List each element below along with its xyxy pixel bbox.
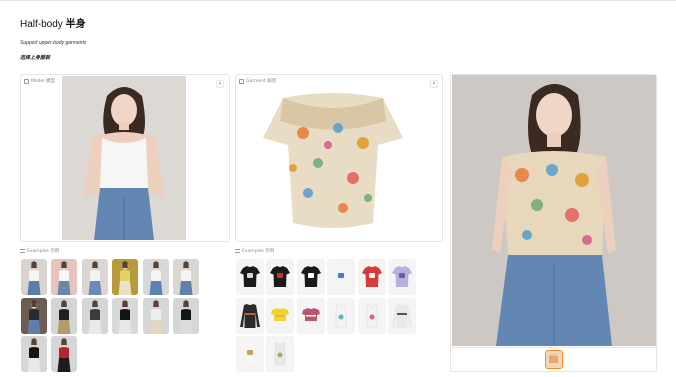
model-example-thumb[interactable] (21, 336, 47, 372)
image-icon (24, 78, 29, 84)
garment-example-thumb[interactable] (357, 259, 386, 295)
garment-example-thumb[interactable] (327, 297, 356, 334)
model-example-thumb[interactable] (81, 259, 108, 295)
model-example-thumb[interactable] (51, 259, 78, 295)
model-examples-label: Examples 示例 (20, 248, 59, 254)
result-thumbnail[interactable] (545, 350, 563, 369)
image-icon (239, 78, 244, 84)
section-label: 选择上身服装 (20, 55, 51, 61)
page-subtitle: Support upper-body garments (20, 40, 87, 46)
garment-example-thumb[interactable] (388, 259, 416, 295)
model-example-thumb[interactable] (51, 336, 78, 372)
garment-examples-label-text: Examples 示例 (242, 249, 275, 254)
garment-example-thumb[interactable] (357, 297, 386, 334)
page-title: Half-body 半身 (20, 15, 86, 30)
model-example-thumb[interactable] (21, 297, 47, 334)
garment-image (258, 83, 408, 233)
model-panel-label: Model 模型 (24, 78, 55, 84)
model-examples-label-text: Examples 示例 (27, 249, 60, 254)
model-example-thumb[interactable] (173, 297, 199, 334)
model-example-thumb[interactable] (51, 297, 78, 334)
garment-example-thumb[interactable] (327, 259, 356, 295)
garment-example-thumb[interactable] (296, 297, 325, 334)
model-example-thumb[interactable] (21, 259, 47, 295)
garment-example-thumb[interactable] (296, 259, 325, 295)
garment-example-thumb[interactable] (236, 297, 264, 334)
title-cn: 半身 (65, 19, 86, 30)
model-example-thumb[interactable] (173, 259, 199, 295)
title-latin: Half-body (20, 19, 63, 30)
garment-clear-button[interactable]: × (430, 80, 438, 88)
garment-example-thumb[interactable] (266, 297, 295, 334)
garment-examples-label: Examples 示例 (235, 248, 274, 254)
model-image (62, 76, 186, 240)
list-icon (235, 249, 240, 253)
model-example-thumb[interactable] (112, 297, 139, 334)
model-example-thumb[interactable] (142, 297, 169, 334)
model-example-thumb[interactable] (81, 297, 108, 334)
garment-example-thumb[interactable] (388, 297, 416, 334)
garment-example-thumb[interactable] (266, 336, 295, 372)
model-example-thumb[interactable] (112, 259, 139, 295)
list-icon (20, 249, 25, 253)
model-clear-button[interactable]: × (216, 80, 224, 88)
garment-example-thumb[interactable] (236, 336, 264, 372)
model-label-text: Model 模型 (31, 79, 55, 84)
model-example-thumb[interactable] (142, 259, 169, 295)
result-image (452, 75, 656, 346)
garment-example-thumb[interactable] (266, 259, 295, 295)
garment-example-thumb[interactable] (236, 259, 264, 295)
